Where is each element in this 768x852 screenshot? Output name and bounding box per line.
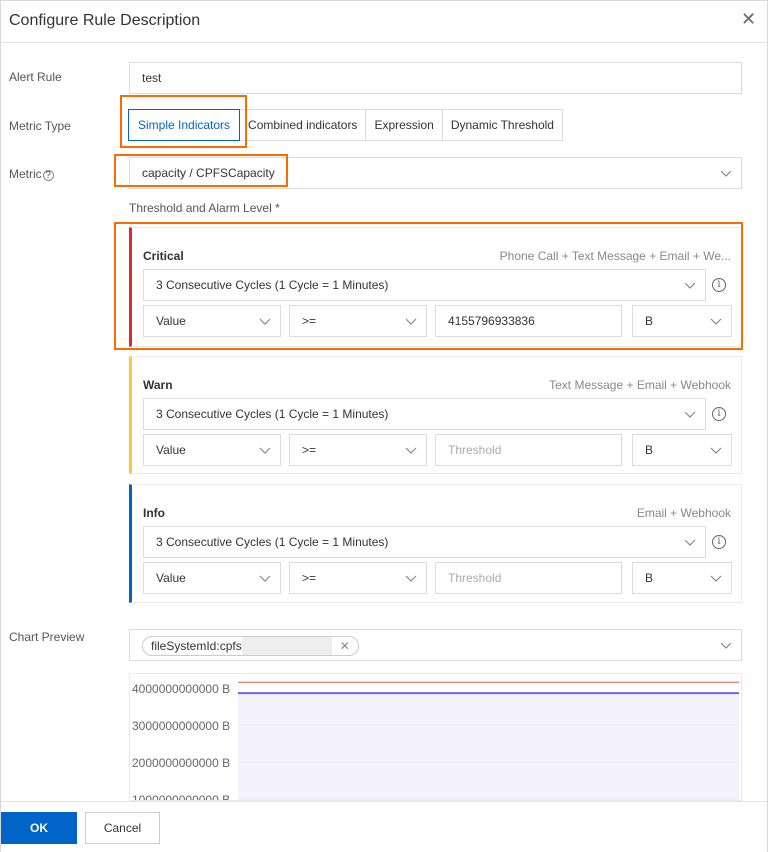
- threshold-input-warn[interactable]: Threshold: [435, 434, 622, 466]
- dialog-header: Configure Rule Description ✕: [1, 1, 767, 43]
- y-tick-label: 1000000000000 B: [132, 793, 230, 801]
- unit-select-critical[interactable]: B: [632, 305, 732, 337]
- chevron-down-icon: [259, 318, 271, 325]
- chevron-down-icon: [710, 575, 722, 582]
- info-icon[interactable]: i: [712, 278, 726, 292]
- info-icon[interactable]: i: [712, 407, 726, 421]
- notification-methods: Phone Call + Text Message + Email + We..…: [499, 249, 731, 263]
- cycles-value: 3 Consecutive Cycles (1 Cycle = 1 Minute…: [156, 535, 389, 549]
- alert-rule-value: test: [142, 71, 162, 85]
- y-tick-label: 4000000000000 B: [132, 682, 230, 696]
- operator-value: >=: [302, 443, 317, 457]
- configure-rule-dialog: Configure Rule Description ✕ Alert Rule …: [0, 0, 768, 852]
- cycles-select-info[interactable]: 3 Consecutive Cycles (1 Cycle = 1 Minute…: [143, 526, 706, 558]
- unit-select-warn[interactable]: B: [632, 434, 732, 466]
- operator-value: >=: [302, 314, 317, 328]
- chevron-down-icon: [710, 447, 722, 454]
- level-name: Info: [143, 506, 165, 520]
- level-name: Critical: [143, 249, 184, 263]
- alert-rule-label: Alert Rule: [9, 70, 62, 84]
- threshold-placeholder: Threshold: [448, 443, 502, 457]
- alert-rule-input[interactable]: test: [129, 62, 742, 94]
- redacted-id: [241, 637, 332, 655]
- chart-filter-select[interactable]: fileSystemId:cpfs ✕: [129, 629, 742, 661]
- chevron-down-icon: [259, 447, 271, 454]
- cycles-value: 3 Consecutive Cycles (1 Cycle = 1 Minute…: [156, 407, 389, 421]
- tab-simple-indicators[interactable]: Simple Indicators: [128, 109, 241, 141]
- notification-methods: Email + Webhook: [636, 506, 731, 520]
- info-icon[interactable]: i: [712, 535, 726, 549]
- statistic-value: Value: [156, 443, 186, 457]
- unit-value: B: [645, 443, 654, 457]
- threshold-label: Threshold and Alarm Level *: [129, 201, 280, 215]
- unit-value: B: [645, 571, 654, 585]
- cycles-select-warn[interactable]: 3 Consecutive Cycles (1 Cycle = 1 Minute…: [143, 398, 706, 430]
- chevron-down-icon: [720, 642, 732, 649]
- metric-select[interactable]: capacity / CPFSCapacity: [129, 157, 742, 189]
- close-icon[interactable]: ✕: [741, 9, 756, 30]
- dialog-title: Configure Rule Description: [9, 12, 201, 29]
- notification-methods: Text Message + Email + Webhook: [549, 378, 731, 392]
- chevron-down-icon: [684, 539, 696, 546]
- ok-button[interactable]: OK: [1, 812, 77, 844]
- filter-tag: fileSystemId:cpfs ✕: [142, 636, 359, 656]
- series-area: [238, 693, 739, 800]
- chevron-down-icon: [405, 575, 417, 582]
- cycles-value: 3 Consecutive Cycles (1 Cycle = 1 Minute…: [156, 278, 389, 292]
- statistic-select-critical[interactable]: Value: [143, 305, 281, 337]
- chevron-down-icon: [710, 318, 722, 325]
- threshold-input-critical[interactable]: 4155796933836: [435, 305, 622, 337]
- chevron-down-icon: [720, 170, 732, 177]
- unit-value: B: [645, 314, 654, 328]
- chevron-down-icon: [684, 411, 696, 418]
- chevron-down-icon: [259, 575, 271, 582]
- unit-select-info[interactable]: B: [632, 562, 732, 594]
- metric-label: Metric?: [9, 167, 54, 181]
- metric-type-label: Metric Type: [9, 119, 71, 133]
- tag-close-icon[interactable]: ✕: [340, 639, 350, 653]
- operator-select-info[interactable]: >=: [289, 562, 427, 594]
- y-tick-label: 2000000000000 B: [132, 756, 230, 770]
- filter-tag-text: fileSystemId:cpfs: [151, 639, 242, 653]
- operator-select-warn[interactable]: >=: [289, 434, 427, 466]
- statistic-select-info[interactable]: Value: [143, 562, 281, 594]
- tab-expression[interactable]: Expression: [365, 109, 443, 141]
- tab-dynamic-threshold[interactable]: Dynamic Threshold: [441, 109, 563, 141]
- chart-preview: 4000000000000 B 3000000000000 B 2000000000…: [129, 673, 742, 801]
- chart-svg: 4000000000000 B 3000000000000 B 2000000000…: [132, 681, 739, 801]
- statistic-select-warn[interactable]: Value: [143, 434, 281, 466]
- cancel-button[interactable]: Cancel: [85, 812, 160, 844]
- dialog-footer: OK Cancel: [1, 801, 767, 852]
- y-tick-label: 3000000000000 B: [132, 719, 230, 733]
- level-name: Warn: [143, 378, 173, 392]
- chart-preview-label: Chart Preview: [9, 630, 85, 644]
- chevron-down-icon: [405, 447, 417, 454]
- operator-value: >=: [302, 571, 317, 585]
- metric-label-text: Metric: [9, 167, 42, 181]
- chevron-down-icon: [405, 318, 417, 325]
- tab-combined-indicators[interactable]: Combined indicators: [239, 109, 367, 141]
- metric-type-segmented: Simple Indicators Combined indicators Ex…: [128, 109, 563, 141]
- metric-value: capacity / CPFSCapacity: [142, 166, 275, 180]
- statistic-value: Value: [156, 314, 186, 328]
- cycles-select-critical[interactable]: 3 Consecutive Cycles (1 Cycle = 1 Minute…: [143, 269, 706, 301]
- chevron-down-icon: [684, 282, 696, 289]
- statistic-value: Value: [156, 571, 186, 585]
- threshold-placeholder: Threshold: [448, 571, 502, 585]
- operator-select-critical[interactable]: >=: [289, 305, 427, 337]
- threshold-input-info[interactable]: Threshold: [435, 562, 622, 594]
- threshold-value: 4155796933836: [448, 314, 535, 328]
- question-circle-icon[interactable]: ?: [42, 170, 54, 181]
